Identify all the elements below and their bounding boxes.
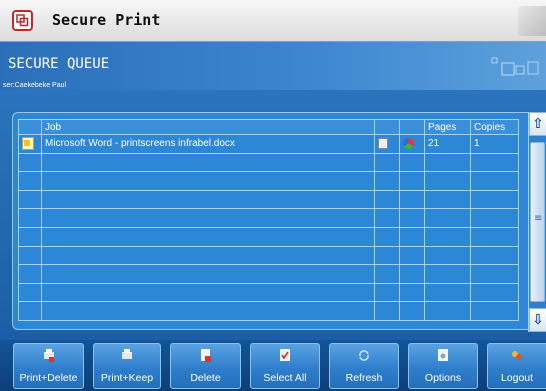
main-area: Job Pages Copies Microsoft Word - prints… bbox=[0, 90, 546, 340]
refresh-label: Refresh bbox=[345, 372, 383, 384]
job-copies: 1 bbox=[470, 134, 519, 154]
options-button[interactable]: Options bbox=[408, 343, 478, 389]
scroll-up-arrow-icon[interactable]: ⇧ bbox=[529, 112, 546, 136]
logout-label: Logout bbox=[500, 372, 534, 384]
job-table: Job Pages Copies Microsoft Word - prints… bbox=[18, 119, 519, 321]
table-row bbox=[18, 226, 519, 247]
options-label: Options bbox=[424, 372, 462, 384]
scroll-down-arrow-icon[interactable]: ⇩ bbox=[529, 308, 546, 332]
app-title: Secure Print bbox=[52, 11, 161, 29]
queue-header: SECURE QUEUE ser:Caekebeke Paul bbox=[0, 42, 546, 90]
table-row bbox=[18, 189, 519, 210]
delete-icon bbox=[200, 349, 211, 362]
decorative-shapes-icon bbox=[491, 57, 539, 76]
job-list-scrollbar[interactable]: ⇧ ⇩ bbox=[528, 112, 546, 332]
refresh-button[interactable]: Refresh bbox=[329, 343, 399, 389]
column-header-status bbox=[374, 119, 400, 135]
table-row bbox=[18, 264, 519, 284]
column-header-job[interactable]: Job bbox=[41, 119, 375, 135]
delete-label: Delete bbox=[190, 372, 221, 384]
job-list-panel: Job Pages Copies Microsoft Word - prints… bbox=[12, 112, 546, 330]
page-icon bbox=[378, 138, 388, 150]
print-delete-button[interactable]: Print+Delete bbox=[13, 343, 84, 389]
refresh-icon bbox=[359, 350, 369, 361]
table-row bbox=[18, 171, 519, 191]
column-header-pages[interactable]: Pages bbox=[424, 119, 471, 135]
page-title: SECURE QUEUE bbox=[8, 56, 110, 72]
table-row[interactable]: Microsoft Word - printscreens infrabel.d… bbox=[18, 134, 519, 154]
select-all-button[interactable]: Select All bbox=[250, 343, 320, 389]
scroll-thumb[interactable] bbox=[530, 142, 545, 302]
table-row bbox=[18, 301, 519, 321]
print-delete-label: Print+Delete bbox=[19, 372, 78, 384]
table-row bbox=[18, 208, 519, 228]
job-pages: 21 bbox=[424, 134, 471, 154]
print-keep-button[interactable]: Print+Keep bbox=[93, 343, 161, 389]
secure-print-icon bbox=[12, 10, 33, 31]
job-color-cell bbox=[399, 134, 425, 154]
color-print-icon bbox=[403, 138, 414, 150]
print-keep-icon bbox=[122, 349, 132, 359]
delete-button[interactable]: Delete bbox=[170, 343, 241, 389]
print-keep-label: Print+Keep bbox=[100, 372, 154, 384]
user-label: ser:Caekebeke Paul bbox=[3, 82, 67, 89]
column-header-icon bbox=[18, 119, 42, 135]
options-icon bbox=[438, 349, 448, 361]
column-header-copies[interactable]: Copies bbox=[470, 119, 519, 135]
table-row bbox=[18, 282, 519, 303]
title-bar: Secure Print bbox=[0, 0, 546, 42]
document-icon bbox=[22, 137, 34, 151]
document-icon-cell bbox=[18, 134, 42, 154]
table-header-row: Job Pages Copies bbox=[18, 119, 519, 135]
logout-icon bbox=[512, 351, 522, 360]
logout-button[interactable]: Logout bbox=[487, 343, 546, 389]
table-row bbox=[18, 245, 519, 266]
print-delete-icon bbox=[43, 349, 54, 362]
job-status-cell bbox=[374, 134, 400, 154]
table-row bbox=[18, 152, 519, 173]
select-all-icon bbox=[280, 349, 290, 361]
column-header-color bbox=[399, 119, 425, 135]
job-name: Microsoft Word - printscreens infrabel.d… bbox=[41, 134, 375, 154]
bottom-toolbar: Print+Delete Print+Keep Delete Select Al… bbox=[0, 340, 546, 391]
home-icon[interactable] bbox=[518, 6, 546, 36]
select-all-label: Select All bbox=[263, 372, 307, 384]
